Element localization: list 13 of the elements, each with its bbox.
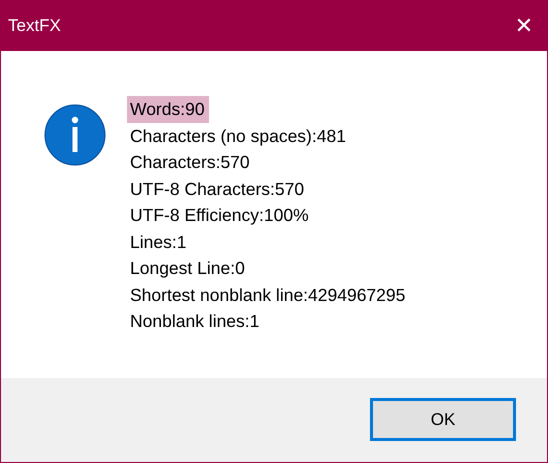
close-icon[interactable]: ✕ — [501, 1, 547, 51]
info-text: Shortest nonblank line:4294967295 — [129, 284, 406, 306]
window-title: TextFX — [8, 16, 61, 36]
info-text: Longest Line:0 — [129, 257, 246, 280]
info-text: Characters:570 — [129, 151, 251, 174]
info-text: Words:90 — [127, 96, 209, 122]
info-text: UTF-8 Efficiency:100% — [129, 204, 310, 227]
info-icon — [44, 104, 106, 166]
info-text: Lines:1 — [129, 230, 188, 254]
ok-button[interactable]: OK — [370, 398, 516, 441]
info-text: Characters (no spaces):481 — [129, 124, 347, 148]
info-text: Nonblank lines:1 — [129, 310, 260, 333]
info-text: UTF-8 Characters:570 — [129, 178, 306, 200]
